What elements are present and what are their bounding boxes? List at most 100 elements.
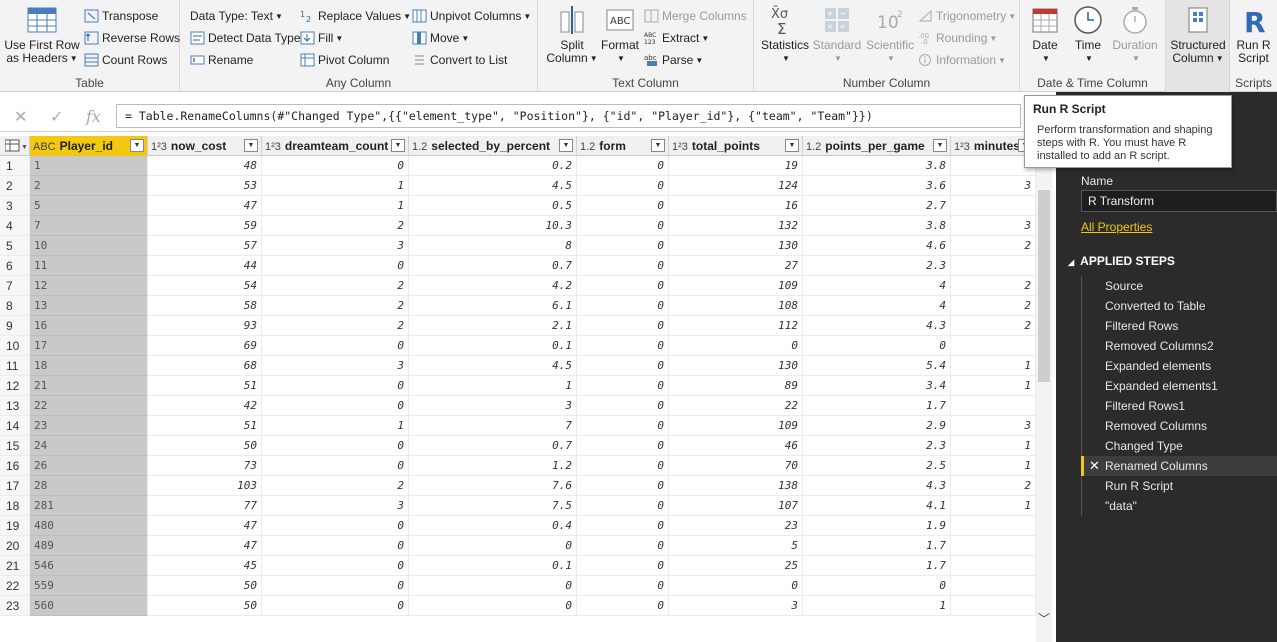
table-cell[interactable]: 68 [148, 356, 262, 376]
table-cell[interactable]: 0 [577, 316, 669, 336]
scrollbar-thumb[interactable] [1038, 190, 1050, 382]
table-cell[interactable]: 0 [803, 336, 951, 356]
applied-step-item[interactable]: Expanded elements1 [1081, 376, 1277, 396]
table-cell[interactable]: 77 [148, 496, 262, 516]
reverse-rows-button[interactable]: Reverse Rows [84, 29, 180, 47]
vertical-scrollbar[interactable] [1036, 156, 1052, 642]
column-header-now-cost[interactable]: 1²3 now_cost ▼ [148, 136, 262, 156]
table-cell[interactable]: 18 [30, 356, 148, 376]
table-cell[interactable]: 28 [30, 476, 148, 496]
column-type-icon[interactable]: 1²3 [265, 141, 281, 153]
query-name-input[interactable]: R Transform [1081, 190, 1277, 212]
data-type-dropdown[interactable]: Data Type: Text ▼ [190, 7, 283, 25]
duration-button[interactable]: Duration ▼ [1108, 4, 1162, 65]
rename-button[interactable]: Rename [190, 51, 253, 69]
applied-step-item[interactable]: Expanded elements [1081, 356, 1277, 376]
table-cell[interactable]: 3.4 [803, 376, 951, 396]
table-cell[interactable]: 3.8 [803, 156, 951, 176]
table-cell[interactable]: 4.2 [409, 276, 577, 296]
table-cell[interactable]: 23 [669, 516, 803, 536]
table-cell[interactable]: 42 [148, 396, 262, 416]
table-cell[interactable]: 4.6 [803, 236, 951, 256]
column-type-icon[interactable]: 1.2 [580, 141, 595, 153]
table-cell[interactable]: 48 [148, 156, 262, 176]
table-cell[interactable]: 0 [577, 596, 669, 616]
applied-steps-header[interactable]: ◢ APPLIED STEPS [1068, 254, 1175, 268]
table-cell[interactable]: 546 [30, 556, 148, 576]
table-cell[interactable]: 1 [951, 356, 1036, 376]
table-cell[interactable]: 0 [409, 536, 577, 556]
table-cell[interactable]: 2 [262, 316, 409, 336]
table-cell[interactable]: 480 [30, 516, 148, 536]
split-column-button[interactable]: Split Column ▼ [546, 4, 598, 65]
table-cell[interactable]: 3 [669, 596, 803, 616]
table-cell[interactable]: 0 [262, 596, 409, 616]
column-header-total-points[interactable]: 1²3 total_points ▼ [669, 136, 803, 156]
table-cell[interactable]: 0.7 [409, 436, 577, 456]
table-cell[interactable]: 103 [148, 476, 262, 496]
table-cell[interactable]: 109 [669, 276, 803, 296]
table-cell[interactable]: 0.2 [409, 156, 577, 176]
table-cell[interactable]: 0 [577, 536, 669, 556]
column-filter-dropdown-icon[interactable]: ▼ [651, 139, 665, 152]
table-cell[interactable]: 47 [148, 516, 262, 536]
table-cell[interactable]: 1.7 [803, 536, 951, 556]
column-type-icon[interactable]: 1.2 [412, 141, 427, 153]
applied-step-item[interactable]: Removed Columns2 [1081, 336, 1277, 356]
select-all-table-icon[interactable]: ▼ [0, 136, 30, 156]
table-cell[interactable]: 2 [262, 216, 409, 236]
table-cell[interactable]: 138 [669, 476, 803, 496]
table-cell[interactable]: 0 [669, 576, 803, 596]
table-cell[interactable]: 3 [262, 496, 409, 516]
table-cell[interactable]: 3 [951, 176, 1036, 196]
table-cell[interactable]: 4.3 [803, 476, 951, 496]
fx-icon[interactable]: fx [86, 107, 101, 126]
extract-button[interactable]: ABC 123 Extract ▼ [644, 29, 709, 47]
table-cell[interactable]: 0 [577, 336, 669, 356]
applied-step-item[interactable]: Filtered Rows [1081, 316, 1277, 336]
table-cell[interactable] [951, 576, 1036, 596]
table-cell[interactable]: 0 [262, 256, 409, 276]
date-button[interactable]: Date ▼ [1024, 4, 1066, 65]
table-cell[interactable]: 0 [262, 556, 409, 576]
table-cell[interactable]: 5 [30, 196, 148, 216]
table-cell[interactable]: 58 [148, 296, 262, 316]
scientific-button[interactable]: 10 2 Scientific ▼ [862, 4, 918, 65]
table-cell[interactable] [951, 596, 1036, 616]
unpivot-columns-button[interactable]: Unpivot Columns ▼ [412, 7, 531, 25]
table-cell[interactable]: 0 [262, 156, 409, 176]
rounding-button[interactable]: .00.0 Rounding ▼ [918, 29, 997, 47]
table-cell[interactable]: 1 [262, 416, 409, 436]
table-cell[interactable]: 1.9 [803, 516, 951, 536]
table-cell[interactable]: 47 [148, 536, 262, 556]
table-cell[interactable]: 4.5 [409, 356, 577, 376]
table-cell[interactable]: 46 [669, 436, 803, 456]
table-cell[interactable]: 24 [30, 436, 148, 456]
table-cell[interactable]: 22 [30, 396, 148, 416]
table-cell[interactable]: 0.7 [409, 256, 577, 276]
table-cell[interactable]: 50 [148, 576, 262, 596]
table-cell[interactable]: 54 [148, 276, 262, 296]
information-button[interactable]: Information ▼ [918, 51, 1006, 69]
column-type-icon[interactable]: 1²3 [672, 141, 688, 153]
column-header-dreamteam-count[interactable]: 1²3 dreamteam_count ▼ [262, 136, 409, 156]
table-cell[interactable]: 1.7 [803, 556, 951, 576]
column-filter-dropdown-icon[interactable]: ▼ [244, 139, 258, 152]
table-cell[interactable]: 2.3 [803, 436, 951, 456]
trigonometry-button[interactable]: Trigonometry ▼ [918, 7, 1016, 25]
table-cell[interactable]: 1.7 [803, 396, 951, 416]
column-type-icon[interactable]: 1²3 [954, 141, 970, 153]
replace-values-button[interactable]: 1 2 Replace Values ▼ [300, 7, 411, 25]
table-cell[interactable]: 2 [262, 276, 409, 296]
table-cell[interactable]: 27 [669, 256, 803, 276]
table-cell[interactable]: 0 [577, 496, 669, 516]
convert-to-list-button[interactable]: Convert to List [412, 51, 507, 69]
table-cell[interactable]: 7 [409, 416, 577, 436]
move-button[interactable]: Move ▼ [412, 29, 469, 47]
merge-columns-button[interactable]: Merge Columns [644, 7, 747, 25]
table-cell[interactable]: 50 [148, 436, 262, 456]
column-header-points-per-game[interactable]: 1.2 points_per_game ▼ [803, 136, 951, 156]
table-cell[interactable]: 3.6 [803, 176, 951, 196]
applied-step-item[interactable]: Filtered Rows1 [1081, 396, 1277, 416]
table-cell[interactable]: 19 [669, 156, 803, 176]
